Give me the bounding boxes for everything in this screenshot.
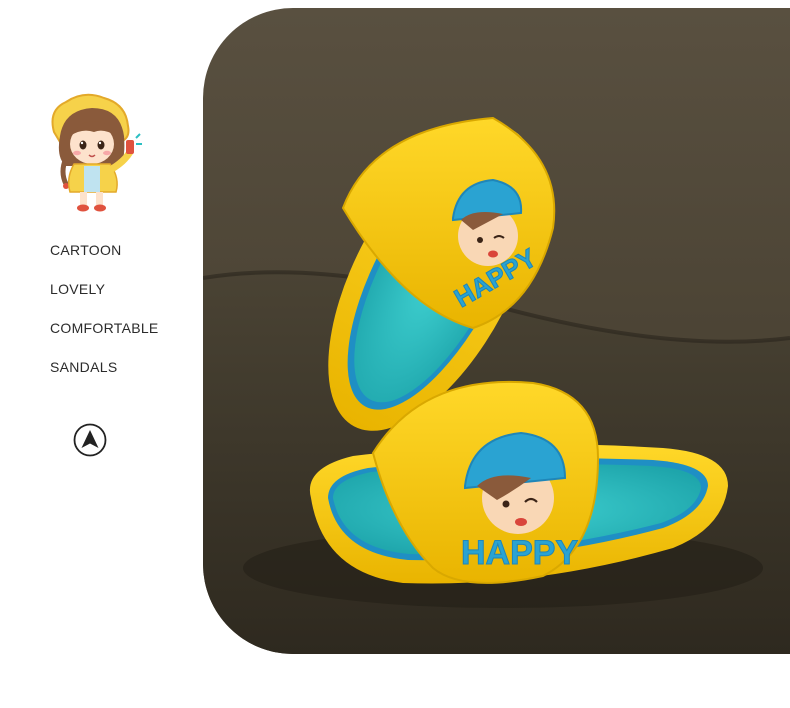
sandal-front-strap-text: HAPPY (461, 534, 578, 572)
feature-item-lovely: LOVELY (50, 281, 106, 297)
feature-item-comfortable: COMFORTABLE (50, 320, 159, 336)
navigation-arrow-icon[interactable] (73, 423, 107, 457)
product-photo: HAPPY HAPPY (203, 8, 790, 654)
feature-item-sandals: SANDALS (50, 359, 118, 375)
feature-item-cartoon: CARTOON (50, 242, 122, 258)
cartoon-girl-icon (44, 92, 144, 214)
feature-list: CARTOON LOVELY COMFORTABLE SANDALS (50, 240, 159, 396)
